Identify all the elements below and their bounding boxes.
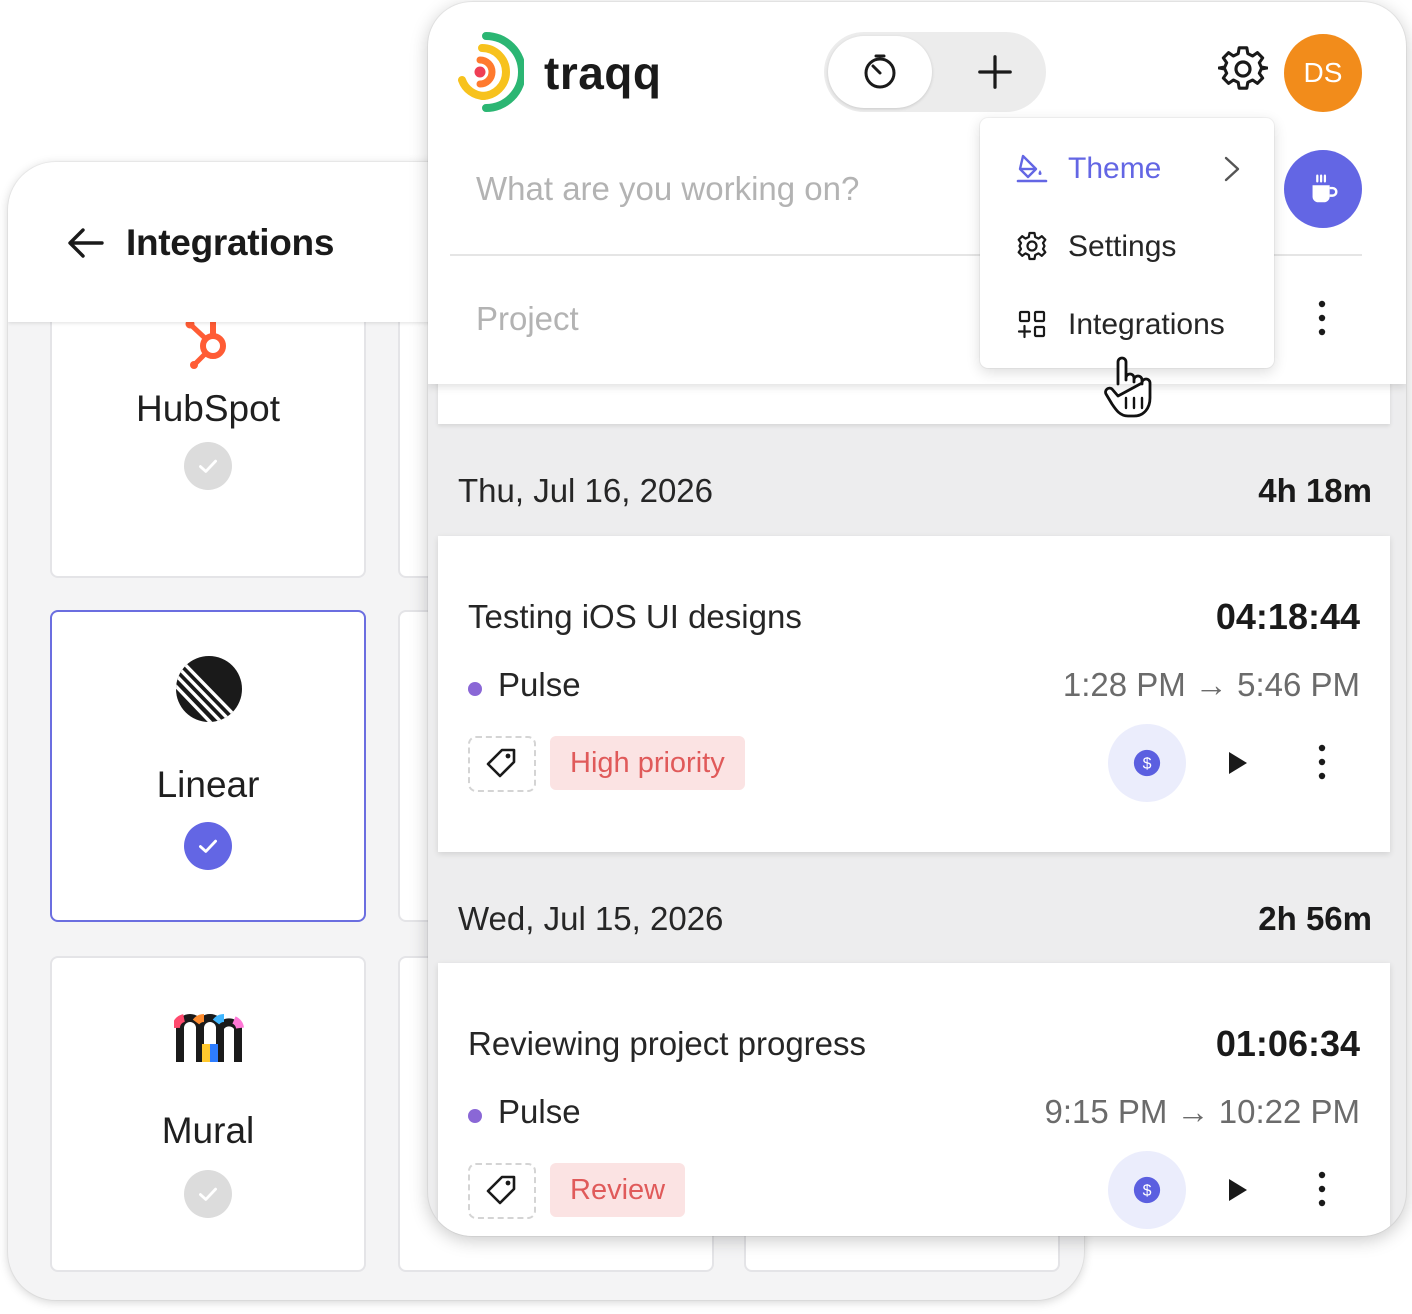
day-total: 4h 18m xyxy=(1258,472,1372,509)
chevron-right-icon xyxy=(1224,156,1240,182)
tracker-window: traqq DS What are you working on? Projec… xyxy=(428,2,1406,1236)
manual-entry-button[interactable] xyxy=(950,36,1040,108)
integration-card-mural[interactable]: Mural xyxy=(50,956,366,1272)
hand-cursor-icon xyxy=(1104,356,1152,418)
back-arrow-icon[interactable] xyxy=(66,226,106,260)
menu-item-theme[interactable]: Theme xyxy=(980,134,1274,204)
more-options-icon[interactable] xyxy=(1308,1169,1336,1209)
project-color-dot xyxy=(468,1109,482,1123)
time-entry-card[interactable]: Testing iOS UI designs 04:18:44 Pulse 1:… xyxy=(438,536,1390,852)
menu-item-label: Settings xyxy=(1068,230,1177,263)
entry-title[interactable]: Reviewing project progress xyxy=(468,1025,866,1063)
page-title: Integrations xyxy=(126,222,335,263)
app-name: traqq xyxy=(544,47,662,99)
play-icon[interactable] xyxy=(1222,1175,1252,1205)
settings-dropdown-menu: Theme Settings Integrations xyxy=(980,118,1274,368)
gear-icon xyxy=(1017,231,1047,261)
tag-icon xyxy=(486,748,516,778)
tag-chip[interactable]: High priority xyxy=(550,736,745,790)
menu-item-label: Integrations xyxy=(1068,308,1225,341)
dollar-icon: $ xyxy=(1133,749,1161,777)
menu-item-label: Theme xyxy=(1068,152,1162,185)
integration-status-check-icon xyxy=(184,822,232,870)
task-description-input[interactable]: What are you working on? xyxy=(476,170,859,208)
entry-time-range[interactable]: 1:28 PM → 5:46 PM xyxy=(1063,666,1360,704)
tag-icon xyxy=(486,1175,516,1205)
linear-logo-icon xyxy=(176,656,242,722)
integration-name: Linear xyxy=(156,764,260,805)
billable-toggle[interactable]: $ xyxy=(1108,724,1186,802)
add-tag-button[interactable] xyxy=(468,736,536,792)
billable-toggle[interactable]: $ xyxy=(1108,1151,1186,1229)
timer-panel: traqq DS What are you working on? Projec… xyxy=(428,2,1406,384)
project-select[interactable]: Project xyxy=(476,300,579,338)
integration-status-check-icon xyxy=(184,442,232,490)
day-total: 2h 56m xyxy=(1258,900,1372,937)
plus-icon xyxy=(978,55,1012,89)
menu-item-settings[interactable]: Settings xyxy=(980,212,1274,282)
timer-mode-button[interactable] xyxy=(828,36,932,108)
day-header: Thu, Jul 16, 2026 4h 18m xyxy=(458,472,1372,522)
break-button[interactable] xyxy=(1284,150,1362,228)
svg-text:$: $ xyxy=(1143,1183,1152,1200)
entry-title[interactable]: Testing iOS UI designs xyxy=(468,598,802,636)
traqq-logo-icon xyxy=(458,32,524,112)
mode-toggle xyxy=(824,32,1046,112)
integration-name: Mural xyxy=(161,1110,255,1151)
integration-card-linear[interactable]: Linear xyxy=(50,610,366,922)
day-date: Wed, Jul 15, 2026 xyxy=(458,900,724,937)
project-color-dot xyxy=(468,682,482,696)
entry-project[interactable]: Pulse xyxy=(498,666,581,704)
entry-project[interactable]: Pulse xyxy=(498,1093,581,1131)
integration-card-hubspot[interactable]: HubSpot xyxy=(50,290,366,578)
menu-item-integrations[interactable]: Integrations xyxy=(980,290,1274,360)
add-tag-button[interactable] xyxy=(468,1163,536,1219)
more-options-icon[interactable] xyxy=(1308,742,1336,782)
svg-text:$: $ xyxy=(1143,756,1152,773)
coffee-cup-icon xyxy=(1312,174,1338,203)
more-options-icon[interactable] xyxy=(1308,298,1336,338)
integration-name: HubSpot xyxy=(136,388,280,429)
entry-duration: 04:18:44 xyxy=(1215,596,1360,637)
stopwatch-icon xyxy=(864,54,896,89)
user-avatar[interactable]: DS xyxy=(1284,34,1362,112)
entry-time-range[interactable]: 9:15 PM → 10:22 PM xyxy=(1045,1093,1360,1131)
play-icon[interactable] xyxy=(1222,748,1252,778)
settings-gear-icon[interactable] xyxy=(1218,44,1268,94)
mural-logo-icon xyxy=(174,1014,244,1062)
dollar-icon: $ xyxy=(1133,1176,1161,1204)
paint-bucket-icon xyxy=(1016,154,1048,183)
entry-duration: 01:06:34 xyxy=(1215,1023,1360,1064)
integration-status-check-icon xyxy=(184,1170,232,1218)
day-date: Thu, Jul 16, 2026 xyxy=(458,472,714,509)
tag-chip[interactable]: Review xyxy=(550,1163,686,1217)
time-entry-card[interactable]: Reviewing project progress 01:06:34 Puls… xyxy=(438,963,1390,1236)
day-header: Wed, Jul 15, 2026 2h 56m xyxy=(458,900,1372,950)
grid-plus-icon xyxy=(1017,310,1046,339)
